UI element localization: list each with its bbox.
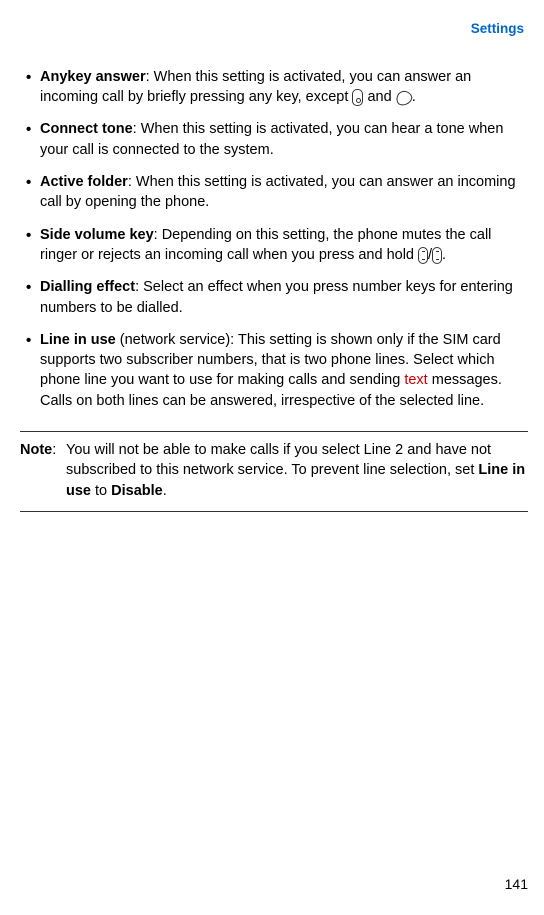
setting-term: Dialling effect xyxy=(40,279,135,295)
setting-term: Connect tone xyxy=(40,121,133,137)
note-end: . xyxy=(163,483,167,499)
list-item: Active folder: When this setting is acti… xyxy=(20,172,528,213)
note-colon: : xyxy=(52,442,56,458)
end-key-icon xyxy=(396,90,412,105)
setting-term: Line in use xyxy=(40,332,116,348)
header-title: Settings xyxy=(471,21,524,36)
list-item: Connect tone: When this setting is activ… xyxy=(20,119,528,160)
note-section: Note: You will not be able to make calls… xyxy=(20,431,528,512)
page-header: Settings xyxy=(20,20,528,39)
period-text: . xyxy=(442,247,446,263)
list-item: Side volume key: Depending on this setti… xyxy=(20,225,528,266)
power-key-icon xyxy=(352,89,363,106)
page-number: 141 xyxy=(505,875,528,895)
list-item: Line in use (network service): This sett… xyxy=(20,330,528,411)
setting-term: Anykey answer xyxy=(40,69,146,85)
paren-text: (network service): xyxy=(116,332,238,348)
note-text-col: You will not be able to make calls if yo… xyxy=(66,440,528,501)
note-wrap: Note: You will not be able to make calls… xyxy=(20,440,528,501)
volume-down-key-icon xyxy=(432,247,442,264)
note-mid: to xyxy=(91,483,111,499)
list-item: Dialling effect: Select an effect when y… xyxy=(20,277,528,318)
setting-term: Active folder xyxy=(40,174,128,190)
note-bold2: Disable xyxy=(111,483,163,499)
red-text: text xyxy=(404,372,427,388)
content-area: Anykey answer: When this setting is acti… xyxy=(20,67,528,512)
setting-term: Side volume key xyxy=(40,227,154,243)
note-text-before: You will not be able to make calls if yo… xyxy=(66,442,491,478)
volume-up-key-icon xyxy=(418,247,428,264)
note-label-col: Note: xyxy=(20,440,66,501)
settings-list: Anykey answer: When this setting is acti… xyxy=(20,67,528,411)
list-item: Anykey answer: When this setting is acti… xyxy=(20,67,528,108)
and-text: and xyxy=(363,89,395,105)
note-label: Note xyxy=(20,442,52,458)
